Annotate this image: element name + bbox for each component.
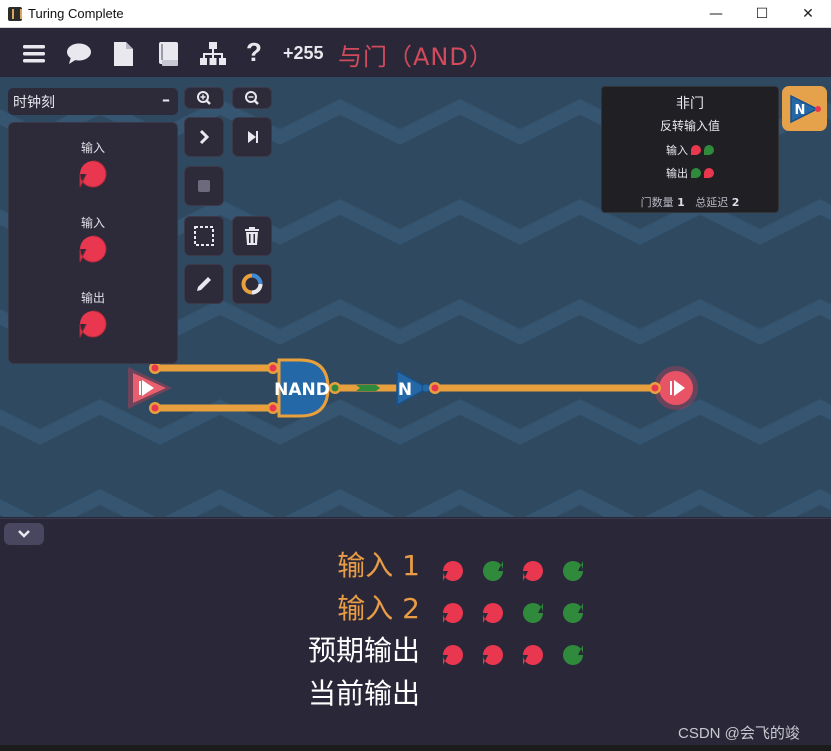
minimize-button[interactable]: — bbox=[693, 0, 739, 28]
step-icon bbox=[199, 129, 210, 145]
truth-cell-red-signal-icon bbox=[443, 645, 463, 665]
collapse-panel-button[interactable] bbox=[4, 523, 44, 545]
info-stats: 门数量 1 总延迟 2 bbox=[602, 194, 778, 210]
delay-value: 2 bbox=[731, 196, 740, 209]
truth-row-label-input-1: 输入 1 bbox=[337, 549, 420, 582]
nand-label: NAND bbox=[274, 380, 330, 400]
pencil-icon bbox=[197, 277, 211, 291]
info-input-label: 输入 bbox=[666, 144, 688, 157]
truth-cell-red-signal-icon bbox=[483, 645, 503, 665]
component-input-1[interactable]: 输入 bbox=[9, 139, 177, 189]
play-button[interactable] bbox=[232, 117, 272, 157]
truth-table-panel: 输入 1 输入 2 预期输出 当前输出 CSDN @会飞的竣 bbox=[0, 518, 831, 751]
clock-tick-select[interactable]: 时钟刻 – bbox=[8, 88, 178, 115]
component-output[interactable]: 输出 bbox=[9, 289, 177, 339]
zoom-out-icon bbox=[245, 91, 259, 105]
help-icon[interactable]: ? bbox=[246, 37, 272, 67]
red-signal-icon bbox=[691, 145, 701, 155]
color-ring-icon bbox=[241, 273, 263, 295]
red-signal-icon bbox=[704, 168, 714, 178]
stop-icon bbox=[198, 180, 210, 192]
step-button[interactable] bbox=[184, 117, 224, 157]
delete-button[interactable] bbox=[232, 216, 272, 256]
not-gate[interactable]: N bbox=[396, 369, 441, 407]
zoom-in-icon bbox=[197, 91, 211, 105]
app-window: Turing Complete — ☐ ✕ ? +255 与门（AND） NAN… bbox=[0, 0, 831, 751]
info-component-name: 非门 bbox=[676, 96, 704, 112]
truth-cell-green-signal-icon bbox=[563, 603, 583, 623]
stop-button[interactable] bbox=[184, 166, 224, 206]
component-label: 输入 bbox=[80, 141, 105, 155]
component-label: 输入 bbox=[80, 216, 105, 230]
window-title: Turing Complete bbox=[28, 6, 124, 21]
nand-gate[interactable]: NAND bbox=[267, 358, 341, 418]
title-bar: Turing Complete — ☐ ✕ bbox=[0, 0, 831, 28]
green-signal-icon bbox=[691, 168, 701, 178]
clock-tick-label: 时钟刻 bbox=[13, 95, 55, 111]
delay-label: 总延迟 bbox=[695, 196, 729, 209]
app-icon bbox=[8, 7, 22, 21]
info-output-row: 输出 bbox=[602, 165, 778, 181]
green-signal-icon bbox=[704, 145, 714, 155]
not-gate-icon: N bbox=[789, 94, 821, 123]
output-component[interactable] bbox=[649, 366, 698, 410]
select-icon bbox=[194, 226, 214, 246]
menu-icon[interactable] bbox=[22, 41, 48, 67]
truth-cell-red-signal-icon bbox=[483, 603, 503, 623]
document-icon[interactable] bbox=[111, 41, 137, 67]
book-icon[interactable] bbox=[156, 41, 182, 67]
not-gate-tile[interactable]: N bbox=[782, 86, 827, 131]
truth-cell-red-signal-icon bbox=[443, 603, 463, 623]
truth-cell-red-signal-icon bbox=[443, 561, 463, 581]
truth-cell-red-signal-icon bbox=[523, 645, 543, 665]
play-icon bbox=[248, 131, 258, 143]
component-label: 输出 bbox=[80, 291, 105, 305]
truth-row-label-expected: 预期输出 bbox=[307, 634, 420, 667]
input-pin-icon bbox=[79, 235, 107, 263]
chevron-down-icon bbox=[18, 530, 30, 538]
input-pin-icon bbox=[79, 160, 107, 188]
wire-nand-to-not[interactable] bbox=[335, 384, 398, 392]
chat-icon[interactable] bbox=[66, 41, 92, 67]
collapse-minus-icon[interactable]: – bbox=[162, 90, 170, 109]
info-input-row: 输入 bbox=[602, 142, 778, 158]
hierarchy-icon[interactable] bbox=[200, 41, 226, 67]
truth-row-label-input-2: 输入 2 bbox=[337, 592, 420, 625]
maximize-button[interactable]: ☐ bbox=[739, 0, 785, 28]
info-component-description: 反转输入值 bbox=[659, 119, 720, 133]
score-label: +255 bbox=[283, 43, 324, 63]
close-button[interactable]: ✕ bbox=[785, 0, 831, 28]
level-title: 与门（AND） bbox=[338, 43, 494, 71]
truth-cell-red-signal-icon bbox=[523, 561, 543, 581]
watermark: CSDN @会飞的竣 bbox=[678, 725, 800, 742]
select-button[interactable] bbox=[184, 216, 224, 256]
taskbar-strip bbox=[0, 745, 831, 751]
component-input-2[interactable]: 输入 bbox=[9, 214, 177, 264]
gate-count-value: 1 bbox=[677, 196, 685, 209]
top-toolbar: ? +255 与门（AND） bbox=[0, 29, 831, 77]
info-output-label: 输出 bbox=[666, 167, 688, 180]
truth-cell-green-signal-icon bbox=[523, 603, 543, 623]
circuit-canvas[interactable]: NAND N 时钟刻 – 输入 输入 输出 非门 反转输入值 输入 输出 门数量… bbox=[0, 77, 831, 517]
truth-row-label-current: 当前输出 bbox=[307, 677, 420, 710]
truth-cell-green-signal-icon bbox=[563, 561, 583, 581]
color-button[interactable] bbox=[232, 264, 272, 304]
zoom-out-button[interactable] bbox=[232, 87, 272, 109]
zoom-in-button[interactable] bbox=[184, 87, 224, 109]
pencil-button[interactable] bbox=[184, 264, 224, 304]
delete-icon bbox=[245, 227, 259, 245]
tile-label: N bbox=[794, 103, 805, 118]
component-info-card: 非门 反转输入值 输入 输出 门数量 1 总延迟 2 bbox=[601, 86, 779, 213]
truth-cell-green-signal-icon bbox=[563, 645, 583, 665]
component-panel: 输入 输入 输出 bbox=[8, 122, 178, 364]
truth-cell-green-signal-icon bbox=[483, 561, 503, 581]
gate-count-label: 门数量 bbox=[640, 196, 674, 209]
output-pin-icon bbox=[79, 310, 107, 338]
not-label: N bbox=[398, 380, 412, 400]
